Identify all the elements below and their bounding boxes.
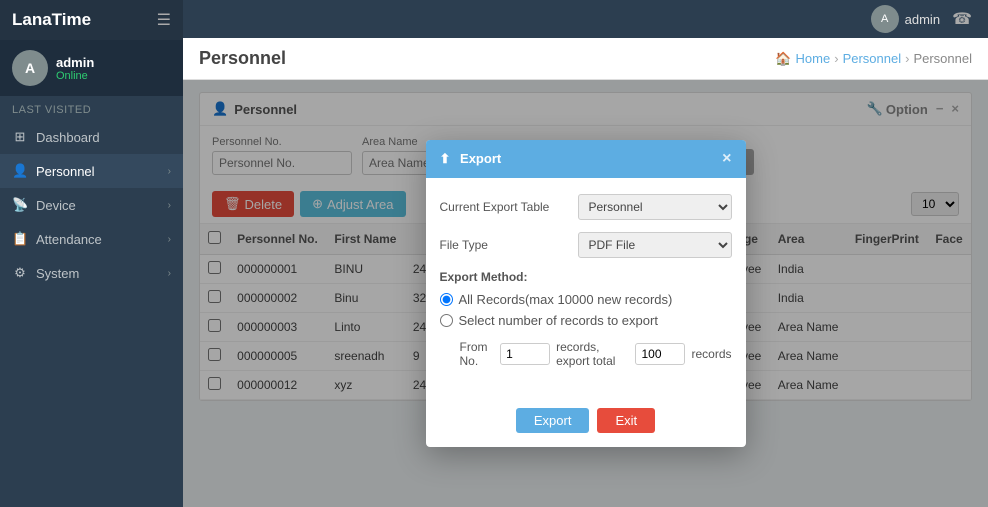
page-title: Personnel	[199, 48, 286, 69]
export-total-label: records, export total	[556, 340, 629, 368]
file-type-select[interactable]: PDF File Excel File CSV File	[578, 232, 732, 258]
attendance-icon: 📋	[12, 231, 28, 247]
breadcrumb-sep-1: ›	[834, 51, 838, 66]
export-table-row: Current Export Table Personnel Departmen…	[440, 194, 732, 220]
topbar-admin: A admin	[871, 5, 940, 33]
radio-select-label: Select number of records to export	[459, 313, 658, 328]
breadcrumb-sep-2: ›	[905, 51, 909, 66]
sidebar-item-device[interactable]: 📡 Device ›	[0, 188, 183, 222]
radio-select-records[interactable]: Select number of records to export	[440, 313, 732, 328]
chevron-right-icon: ›	[168, 234, 171, 245]
content-area: 👤 Personnel 🔧 Option − × Personnel No.	[183, 80, 988, 507]
system-icon: ⚙	[12, 265, 28, 281]
avatar: A	[12, 50, 48, 86]
modal-overlay: ⬆ Export × Current Export Table Personne…	[183, 80, 988, 507]
chevron-right-icon: ›	[168, 200, 171, 211]
sidebar-item-dashboard[interactable]: ⊞ Dashboard	[0, 120, 183, 154]
topbar: A admin ☎	[183, 0, 988, 38]
topbar-avatar: A	[871, 5, 899, 33]
export-icon: ⬆	[440, 151, 451, 166]
modal-title: Export	[460, 151, 501, 166]
radio-all-label: All Records(max 10000 new records)	[459, 292, 673, 307]
breadcrumb-personnel-2: Personnel	[913, 51, 972, 66]
sidebar-item-personnel[interactable]: 👤 Personnel ›	[0, 154, 183, 188]
export-method-group: Export Method: All Records(max 10000 new…	[440, 270, 732, 328]
sidebar-username: admin	[56, 55, 94, 70]
topbar-notification-icon[interactable]: ☎	[952, 9, 972, 29]
breadcrumb-home[interactable]: Home	[796, 51, 831, 66]
breadcrumb: 🏠 Home › Personnel › Personnel	[775, 51, 972, 67]
export-button[interactable]: Export	[516, 408, 590, 433]
sidebar: LanaTime ☰ A admin Online LAST VISITED ⊞…	[0, 0, 183, 507]
device-icon: 📡	[12, 197, 28, 213]
chevron-right-icon: ›	[168, 268, 171, 279]
modal-header: ⬆ Export ×	[426, 140, 746, 178]
records-label: records	[691, 347, 731, 361]
export-modal: ⬆ Export × Current Export Table Personne…	[426, 140, 746, 447]
modal-footer: Export Exit	[426, 400, 746, 447]
page-header: Personnel 🏠 Home › Personnel › Personnel	[183, 38, 988, 80]
from-no-input[interactable]	[500, 343, 550, 365]
sidebar-item-label: Personnel	[36, 164, 95, 179]
breadcrumb-personnel-1[interactable]: Personnel	[843, 51, 902, 66]
export-total-input[interactable]	[635, 343, 685, 365]
user-info: admin Online	[56, 55, 94, 82]
radio-all-records[interactable]: All Records(max 10000 new records)	[440, 292, 732, 307]
radio-all-input[interactable]	[440, 293, 453, 306]
from-no-row: From No. records, export total records	[440, 340, 732, 368]
radio-select-input[interactable]	[440, 314, 453, 327]
sidebar-item-attendance[interactable]: 📋 Attendance ›	[0, 222, 183, 256]
export-method-label: Export Method:	[440, 270, 732, 284]
app-name: LanaTime	[12, 10, 91, 30]
personnel-icon: 👤	[12, 163, 28, 179]
file-type-label: File Type	[440, 238, 570, 252]
sidebar-status: Online	[56, 70, 94, 82]
topbar-username: admin	[905, 12, 940, 27]
export-table-select[interactable]: Personnel Department Shift	[578, 194, 732, 220]
sidebar-section-label: LAST VISITED	[0, 96, 183, 120]
exit-button[interactable]: Exit	[597, 408, 655, 433]
sidebar-item-label: Attendance	[36, 232, 102, 247]
from-no-label: From No.	[460, 340, 495, 368]
sidebar-header: LanaTime ☰	[0, 0, 183, 40]
sidebar-item-system[interactable]: ⚙ System ›	[0, 256, 183, 290]
breadcrumb-home-icon: 🏠	[775, 51, 791, 67]
modal-header-content: ⬆ Export	[440, 151, 502, 167]
main-content: A admin ☎ Personnel 🏠 Home › Personnel ›…	[183, 0, 988, 507]
file-type-row: File Type PDF File Excel File CSV File	[440, 232, 732, 258]
modal-body: Current Export Table Personnel Departmen…	[426, 178, 746, 400]
sidebar-item-label: Dashboard	[36, 130, 100, 145]
sidebar-user-section: A admin Online	[0, 40, 183, 96]
sidebar-item-label: Device	[36, 198, 76, 213]
modal-close-button[interactable]: ×	[722, 150, 731, 168]
current-export-table-label: Current Export Table	[440, 200, 570, 214]
hamburger-icon[interactable]: ☰	[157, 10, 171, 30]
dashboard-icon: ⊞	[12, 129, 28, 145]
sidebar-item-label: System	[36, 266, 79, 281]
chevron-right-icon: ›	[168, 166, 171, 177]
